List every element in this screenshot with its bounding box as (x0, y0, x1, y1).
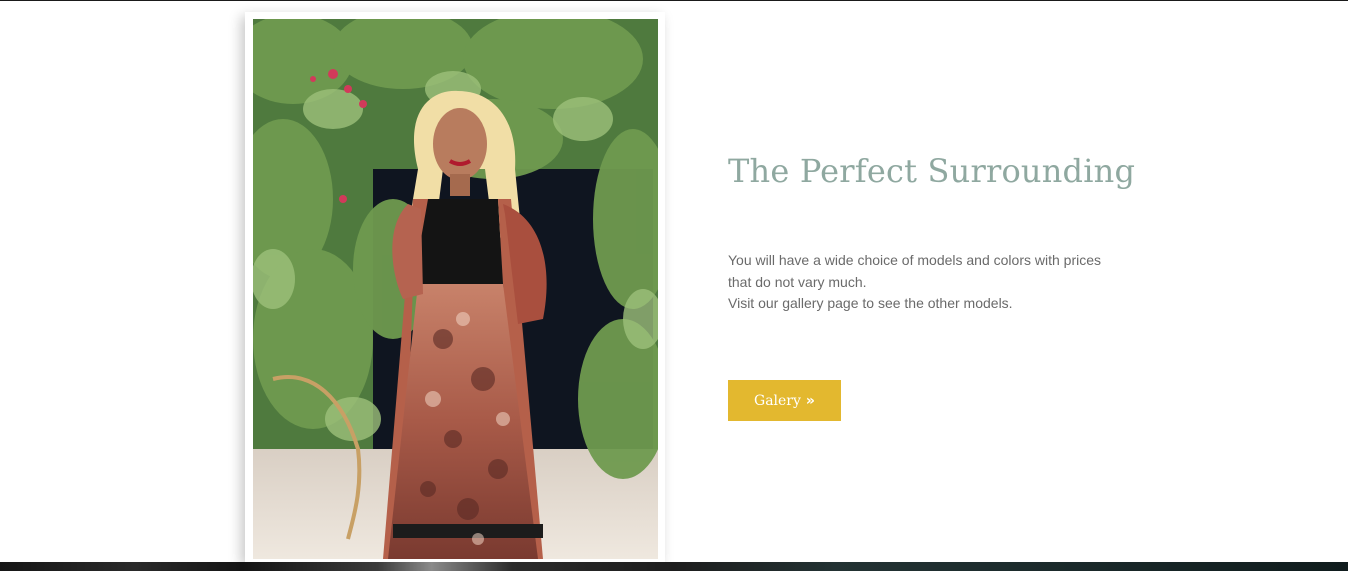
description-line: that do not vary much. (728, 273, 867, 290)
next-section-image-strip (0, 562, 1348, 571)
section-title: The Perfect Surrounding (728, 152, 1136, 190)
description-line: Visit our gallery page to see the other … (728, 295, 1013, 311)
model-photo (253, 19, 658, 559)
gallery-button[interactable]: Galery » (728, 380, 841, 421)
section-description: You will have a wide choice of models an… (728, 250, 1128, 315)
top-divider (0, 0, 1348, 1)
description-line: You will have a wide choice of models an… (728, 252, 1102, 268)
double-chevron-right-icon: » (805, 392, 815, 409)
model-photo-frame (245, 12, 665, 562)
gallery-button-label: Galery (754, 392, 801, 409)
